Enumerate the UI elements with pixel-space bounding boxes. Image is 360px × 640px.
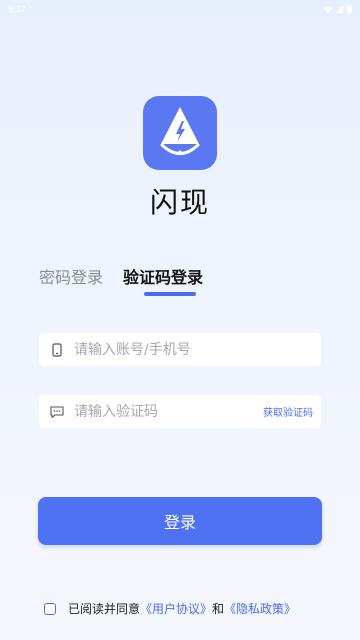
app-logo bbox=[143, 96, 217, 170]
app-logo-icon bbox=[154, 104, 206, 162]
account-field bbox=[39, 333, 321, 366]
wifi-icon bbox=[324, 6, 332, 13]
agreement-row: 已阅读并同意 《用户协议》 和 《隐私政策》 bbox=[44, 600, 296, 617]
code-input[interactable] bbox=[74, 395, 263, 428]
login-button[interactable]: 登录 bbox=[38, 497, 322, 545]
account-input[interactable] bbox=[74, 333, 321, 366]
agreement-prefix: 已阅读并同意 bbox=[68, 602, 141, 616]
status-icons bbox=[324, 5, 352, 13]
message-icon bbox=[48, 403, 66, 421]
privacy-policy-link[interactable]: 《隐私政策》 bbox=[224, 600, 296, 617]
battery-icon bbox=[347, 5, 352, 13]
phone-icon bbox=[48, 341, 66, 359]
login-tabs: 密码登录 验证码登录 bbox=[39, 264, 203, 288]
checkbox-icon[interactable] bbox=[44, 602, 56, 615]
agreement-and: 和 bbox=[212, 602, 225, 616]
get-code-button[interactable]: 获取验证码 bbox=[263, 404, 313, 419]
code-field: 获取验证码 bbox=[39, 395, 321, 428]
status-bar: 9:37 bbox=[0, 0, 360, 18]
signal-icon bbox=[336, 5, 343, 13]
tab-code-login[interactable]: 验证码登录 bbox=[123, 264, 203, 288]
app-name: 闪现 bbox=[149, 186, 210, 219]
active-tab-indicator bbox=[144, 292, 196, 296]
tab-password-login[interactable]: 密码登录 bbox=[39, 264, 103, 288]
status-time: 9:37 bbox=[8, 4, 26, 14]
user-agreement-link[interactable]: 《用户协议》 bbox=[140, 600, 212, 617]
